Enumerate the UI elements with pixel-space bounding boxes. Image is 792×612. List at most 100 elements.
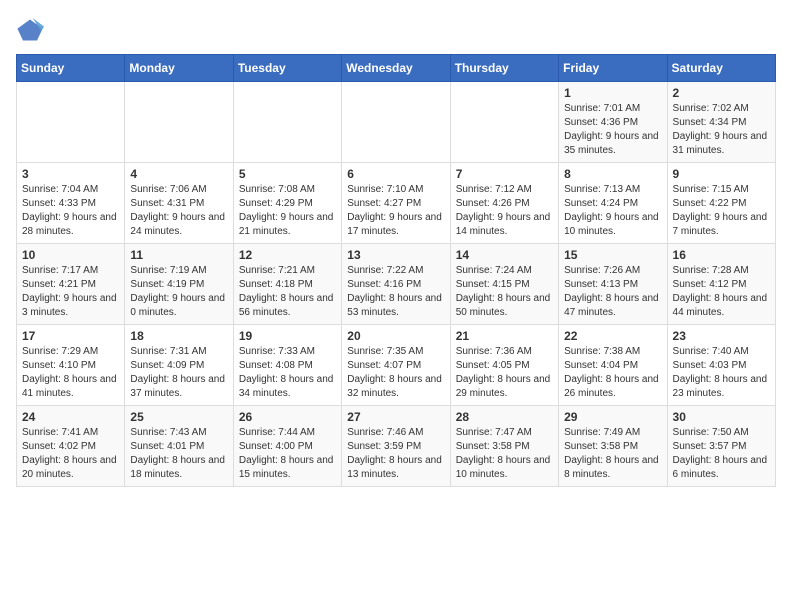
day-info: Sunrise: 7:26 AM Sunset: 4:13 PM Dayligh… xyxy=(564,264,661,320)
day-number: 1 xyxy=(564,86,661,100)
day-number: 11 xyxy=(130,248,227,262)
day-number: 17 xyxy=(22,329,119,343)
day-number: 2 xyxy=(673,86,770,100)
header-day-wednesday: Wednesday xyxy=(342,55,450,82)
week-row-2: 3 Sunrise: 7:04 AM Sunset: 4:33 PM Daylig… xyxy=(17,163,776,244)
day-info: Sunrise: 7:06 AM Sunset: 4:31 PM Dayligh… xyxy=(130,183,227,239)
header xyxy=(16,16,776,44)
day-cell: 21 Sunrise: 7:36 AM Sunset: 4:05 PM Dayli… xyxy=(450,325,558,406)
day-cell: 11 Sunrise: 7:19 AM Sunset: 4:19 PM Dayli… xyxy=(125,244,233,325)
day-info: Sunrise: 7:10 AM Sunset: 4:27 PM Dayligh… xyxy=(347,183,444,239)
day-cell: 2 Sunrise: 7:02 AM Sunset: 4:34 PM Daylig… xyxy=(667,82,775,163)
day-cell: 12 Sunrise: 7:21 AM Sunset: 4:18 PM Dayli… xyxy=(233,244,341,325)
calendar-table: SundayMondayTuesdayWednesdayThursdayFrid… xyxy=(16,54,776,487)
day-info: Sunrise: 7:08 AM Sunset: 4:29 PM Dayligh… xyxy=(239,183,336,239)
day-number: 14 xyxy=(456,248,553,262)
day-info: Sunrise: 7:21 AM Sunset: 4:18 PM Dayligh… xyxy=(239,264,336,320)
day-cell xyxy=(342,82,450,163)
day-number: 10 xyxy=(22,248,119,262)
day-cell: 3 Sunrise: 7:04 AM Sunset: 4:33 PM Daylig… xyxy=(17,163,125,244)
day-number: 22 xyxy=(564,329,661,343)
day-info: Sunrise: 7:43 AM Sunset: 4:01 PM Dayligh… xyxy=(130,426,227,482)
day-cell: 7 Sunrise: 7:12 AM Sunset: 4:26 PM Daylig… xyxy=(450,163,558,244)
day-number: 9 xyxy=(673,167,770,181)
day-cell: 19 Sunrise: 7:33 AM Sunset: 4:08 PM Dayli… xyxy=(233,325,341,406)
day-info: Sunrise: 7:33 AM Sunset: 4:08 PM Dayligh… xyxy=(239,345,336,401)
day-cell: 1Sunrise: 7:01 AM Sunset: 4:36 PM Daylig… xyxy=(559,82,667,163)
day-cell: 9Sunrise: 7:15 AM Sunset: 4:22 PM Daylig… xyxy=(667,163,775,244)
day-cell: 6 Sunrise: 7:10 AM Sunset: 4:27 PM Daylig… xyxy=(342,163,450,244)
header-day-friday: Friday xyxy=(559,55,667,82)
week-row-5: 24 Sunrise: 7:41 AM Sunset: 4:02 PM Dayli… xyxy=(17,406,776,487)
day-info: Sunrise: 7:40 AM Sunset: 4:03 PM Dayligh… xyxy=(673,345,770,401)
day-number: 27 xyxy=(347,410,444,424)
day-info: Sunrise: 7:22 AM Sunset: 4:16 PM Dayligh… xyxy=(347,264,444,320)
day-cell: 25 Sunrise: 7:43 AM Sunset: 4:01 PM Dayli… xyxy=(125,406,233,487)
header-day-saturday: Saturday xyxy=(667,55,775,82)
day-cell xyxy=(17,82,125,163)
day-number: 25 xyxy=(130,410,227,424)
day-info: Sunrise: 7:29 AM Sunset: 4:10 PM Dayligh… xyxy=(22,345,119,401)
day-info: Sunrise: 7:46 AM Sunset: 3:59 PM Dayligh… xyxy=(347,426,444,482)
day-cell: 30 Sunrise: 7:50 AM Sunset: 3:57 PM Dayli… xyxy=(667,406,775,487)
day-number: 6 xyxy=(347,167,444,181)
day-cell: 4 Sunrise: 7:06 AM Sunset: 4:31 PM Daylig… xyxy=(125,163,233,244)
calendar-header-row: SundayMondayTuesdayWednesdayThursdayFrid… xyxy=(17,55,776,82)
day-info: Sunrise: 7:28 AM Sunset: 4:12 PM Dayligh… xyxy=(673,264,770,320)
day-number: 29 xyxy=(564,410,661,424)
day-number: 8 xyxy=(564,167,661,181)
day-number: 28 xyxy=(456,410,553,424)
week-row-3: 10 Sunrise: 7:17 AM Sunset: 4:21 PM Dayli… xyxy=(17,244,776,325)
day-cell: 28 Sunrise: 7:47 AM Sunset: 3:58 PM Dayli… xyxy=(450,406,558,487)
week-row-1: 1Sunrise: 7:01 AM Sunset: 4:36 PM Daylig… xyxy=(17,82,776,163)
header-day-thursday: Thursday xyxy=(450,55,558,82)
day-info: Sunrise: 7:47 AM Sunset: 3:58 PM Dayligh… xyxy=(456,426,553,482)
day-info: Sunrise: 7:12 AM Sunset: 4:26 PM Dayligh… xyxy=(456,183,553,239)
day-cell: 14Sunrise: 7:24 AM Sunset: 4:15 PM Dayli… xyxy=(450,244,558,325)
day-cell: 8Sunrise: 7:13 AM Sunset: 4:24 PM Daylig… xyxy=(559,163,667,244)
day-number: 23 xyxy=(673,329,770,343)
day-number: 3 xyxy=(22,167,119,181)
day-cell: 17 Sunrise: 7:29 AM Sunset: 4:10 PM Dayli… xyxy=(17,325,125,406)
day-info: Sunrise: 7:35 AM Sunset: 4:07 PM Dayligh… xyxy=(347,345,444,401)
day-number: 26 xyxy=(239,410,336,424)
day-number: 24 xyxy=(22,410,119,424)
day-cell: 18 Sunrise: 7:31 AM Sunset: 4:09 PM Dayli… xyxy=(125,325,233,406)
day-number: 30 xyxy=(673,410,770,424)
day-number: 7 xyxy=(456,167,553,181)
day-cell: 26Sunrise: 7:44 AM Sunset: 4:00 PM Dayli… xyxy=(233,406,341,487)
day-info: Sunrise: 7:38 AM Sunset: 4:04 PM Dayligh… xyxy=(564,345,661,401)
day-cell: 20 Sunrise: 7:35 AM Sunset: 4:07 PM Dayli… xyxy=(342,325,450,406)
day-info: Sunrise: 7:19 AM Sunset: 4:19 PM Dayligh… xyxy=(130,264,227,320)
day-number: 5 xyxy=(239,167,336,181)
day-number: 19 xyxy=(239,329,336,343)
logo xyxy=(16,16,48,44)
day-info: Sunrise: 7:04 AM Sunset: 4:33 PM Dayligh… xyxy=(22,183,119,239)
day-info: Sunrise: 7:49 AM Sunset: 3:58 PM Dayligh… xyxy=(564,426,661,482)
day-cell: 29 Sunrise: 7:49 AM Sunset: 3:58 PM Dayli… xyxy=(559,406,667,487)
logo-icon xyxy=(16,16,44,44)
header-day-monday: Monday xyxy=(125,55,233,82)
day-info: Sunrise: 7:36 AM Sunset: 4:05 PM Dayligh… xyxy=(456,345,553,401)
week-row-4: 17 Sunrise: 7:29 AM Sunset: 4:10 PM Dayli… xyxy=(17,325,776,406)
day-info: Sunrise: 7:50 AM Sunset: 3:57 PM Dayligh… xyxy=(673,426,770,482)
day-info: Sunrise: 7:41 AM Sunset: 4:02 PM Dayligh… xyxy=(22,426,119,482)
day-number: 4 xyxy=(130,167,227,181)
day-cell xyxy=(233,82,341,163)
day-number: 12 xyxy=(239,248,336,262)
header-day-tuesday: Tuesday xyxy=(233,55,341,82)
day-cell: 23 Sunrise: 7:40 AM Sunset: 4:03 PM Dayli… xyxy=(667,325,775,406)
day-info: Sunrise: 7:31 AM Sunset: 4:09 PM Dayligh… xyxy=(130,345,227,401)
day-cell: 10 Sunrise: 7:17 AM Sunset: 4:21 PM Dayli… xyxy=(17,244,125,325)
day-info: Sunrise: 7:02 AM Sunset: 4:34 PM Dayligh… xyxy=(673,102,770,158)
day-number: 15 xyxy=(564,248,661,262)
day-cell: 27 Sunrise: 7:46 AM Sunset: 3:59 PM Dayli… xyxy=(342,406,450,487)
day-number: 16 xyxy=(673,248,770,262)
day-info: Sunrise: 7:17 AM Sunset: 4:21 PM Dayligh… xyxy=(22,264,119,320)
day-number: 18 xyxy=(130,329,227,343)
day-number: 21 xyxy=(456,329,553,343)
day-number: 20 xyxy=(347,329,444,343)
day-cell xyxy=(125,82,233,163)
day-cell: 15 Sunrise: 7:26 AM Sunset: 4:13 PM Dayli… xyxy=(559,244,667,325)
day-cell: 22 Sunrise: 7:38 AM Sunset: 4:04 PM Dayli… xyxy=(559,325,667,406)
